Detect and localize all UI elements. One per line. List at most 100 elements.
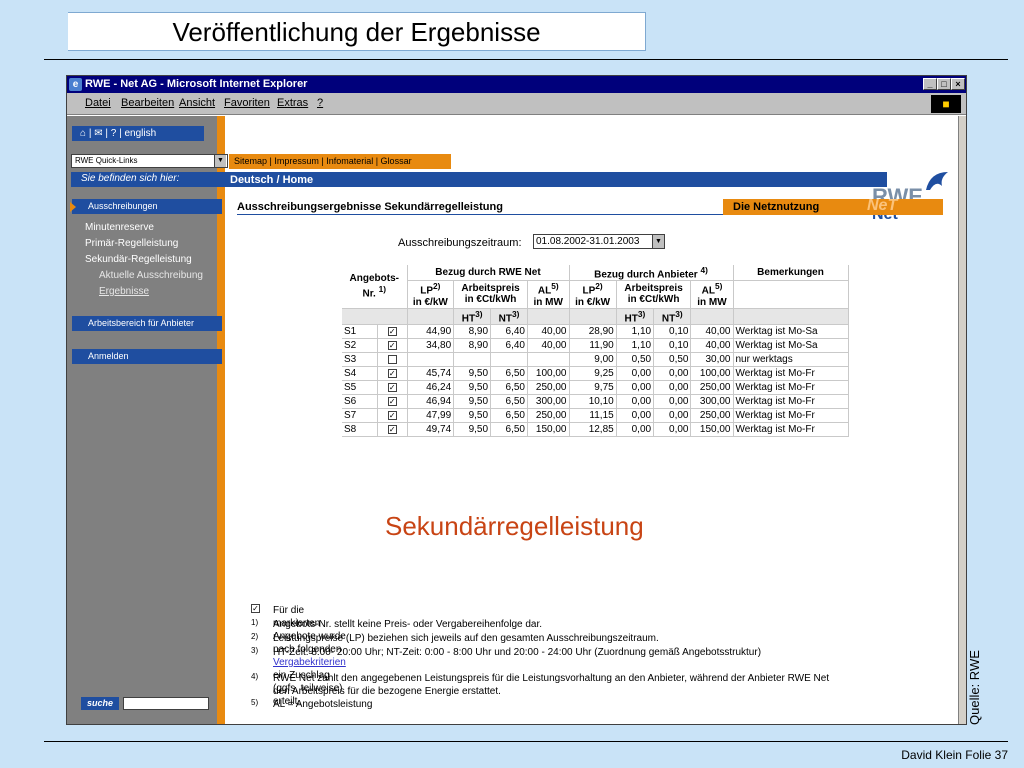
window-title: RWE - Net AG - Microsoft Internet Explor… <box>85 78 308 90</box>
quicklinks-select[interactable]: RWE Quick-Links <box>71 154 228 168</box>
header-lp1: LP2) in €/kW <box>407 280 455 309</box>
footnote-mark: 4) <box>251 672 259 681</box>
cell-nr: S1 <box>342 324 378 339</box>
chevron-down-icon[interactable]: ▼ <box>652 235 664 248</box>
top-links-menu[interactable]: Sitemap | Impressum | Infomaterial | Glo… <box>229 154 451 169</box>
menu-extras[interactable]: Extras <box>277 97 308 109</box>
cell-ht1 <box>453 352 492 367</box>
window-titlebar[interactable]: RWE - Net AG - Microsoft Internet Explor… <box>67 76 966 93</box>
checkbox-checked-icon[interactable]: ✓ <box>387 396 397 406</box>
checkbox-checked-icon[interactable]: ✓ <box>387 340 397 350</box>
sidebar-header-anmelden[interactable]: Anmelden <box>72 349 222 364</box>
menu-favoriten[interactable]: Favoriten <box>224 97 270 109</box>
checkbox-checked-icon[interactable]: ✓ <box>387 326 397 336</box>
cell-nt2: 0,00 <box>653 394 692 409</box>
menu-datei[interactable]: Datei <box>85 97 111 109</box>
cell-nt1: 6,50 <box>490 366 528 381</box>
footnote-mark: 3) <box>251 646 259 655</box>
cell-al1: 150,00 <box>527 422 570 437</box>
chevron-down-icon[interactable]: ▼ <box>214 155 226 167</box>
footnote-text: Angebots-Nr. stellt keine Preis- oder Ve… <box>273 619 543 630</box>
checkbox-checked-icon: ✓ <box>251 604 260 613</box>
menu-ansicht[interactable]: Ansicht <box>179 97 215 109</box>
footnote-mark: 5) <box>251 698 259 707</box>
sidebar-subitem-aktuelle[interactable]: Aktuelle Ausschreibung <box>99 270 203 281</box>
cell-ht1: 9,50 <box>453 408 492 423</box>
sidebar-item-minutenreserve[interactable]: Minutenreserve <box>85 222 154 233</box>
cell-nr: S2 <box>342 338 378 353</box>
footnote-mark: 2) <box>251 632 259 641</box>
checkbox-checked-icon[interactable]: ✓ <box>387 410 397 420</box>
header-rwe-net: Bezug durch RWE Net <box>407 265 570 282</box>
cell-nt2: 0,00 <box>653 380 692 395</box>
netznutzung-link[interactable]: Die Netznutzung <box>723 199 943 215</box>
cell-nt2: 0,50 <box>653 352 692 367</box>
sidebar-subitem-ergebnisse[interactable]: Ergebnisse <box>99 286 149 297</box>
footnote-text: RWE Net zahlt den angegebenen Leistungsp… <box>273 673 830 697</box>
table-row: S2 ✓ 34,80 8,90 6,40 40,00 11,90 1,10 0,10 40,00 W… <box>342 338 849 353</box>
icon-bar[interactable]: ⌂ | ✉ | ? | english <box>72 126 204 141</box>
cell-nt2: 0,10 <box>653 324 692 339</box>
footnote-text: HT-Zeit: 8:00- 20:00 Uhr; NT-Zeit: 0:00 … <box>273 647 762 658</box>
windows-logo-icon: ■ <box>931 95 961 113</box>
cell-ht2: 0,00 <box>616 366 655 381</box>
sidebar-item-primaer[interactable]: Primär-Regelleistung <box>85 238 178 249</box>
cell-ht1: 9,50 <box>453 366 492 381</box>
sidebar-header-ausschreibungen[interactable]: Ausschreibungen <box>72 199 222 214</box>
minimize-button[interactable]: _ <box>923 78 937 90</box>
active-arrow-icon <box>70 202 76 212</box>
close-button[interactable]: × <box>951 78 965 90</box>
sidebar-item-sekundaer[interactable]: Sekundär-Regelleistung <box>85 254 192 265</box>
header-ht1: HT3) <box>453 308 492 325</box>
cell-lp2: 9,00 <box>569 352 617 367</box>
sidebar-header-arbeitsbereich[interactable]: Arbeitsbereich für Anbieter <box>72 316 222 331</box>
cell-bem: Werktag ist Mo-Sa <box>733 324 849 339</box>
results-table: Angebots- Nr. 1) Bezug durch RWE Net Bezu… <box>342 265 849 437</box>
cell-lp1: 46,94 <box>407 394 455 409</box>
cell-lp2: 11,90 <box>569 338 617 353</box>
cell-ht1: 9,50 <box>453 422 492 437</box>
breadcrumb[interactable]: Deutsch / Home <box>230 174 313 186</box>
menu-help[interactable]: ? <box>317 97 323 109</box>
top-rule <box>44 59 1008 60</box>
cell-lp2: 28,90 <box>569 324 617 339</box>
table-body: S1 ✓ 44,90 8,90 6,40 40,00 28,90 1,10 0,10 40,00 W… <box>342 324 849 437</box>
cell-al1: 300,00 <box>527 394 570 409</box>
slide-title: Veröffentlichung der Ergebnisse <box>68 12 646 51</box>
cell-al2: 100,00 <box>690 366 734 381</box>
table-row: S3 9,00 0,50 0,50 30,00 nur werktags <box>342 352 849 367</box>
cell-al2: 300,00 <box>690 394 734 409</box>
section-title: Ausschreibungsergebnisse Sekundärregelle… <box>237 201 723 215</box>
table-row: S1 ✓ 44,90 8,90 6,40 40,00 28,90 1,10 0,10 40,00 W… <box>342 324 849 339</box>
search-button[interactable]: suche <box>81 697 119 710</box>
header-angebots: Angebots- Nr. 1) <box>342 265 408 309</box>
header-bemerkungen: Bemerkungen <box>733 265 849 282</box>
checkbox-checked-icon[interactable]: ✓ <box>387 368 397 378</box>
cell-bem: nur werktags <box>733 352 849 367</box>
cell-nt2: 0,10 <box>653 338 692 353</box>
menu-bearbeiten[interactable]: Bearbeiten <box>121 97 174 109</box>
cell-ht2: 0,00 <box>616 422 655 437</box>
header-empty <box>733 280 849 309</box>
scrollbar[interactable] <box>958 116 966 724</box>
sekundaer-label: Sekundärregelleistung <box>385 511 644 541</box>
cell-bem: Werktag ist Mo-Fr <box>733 380 849 395</box>
maximize-button[interactable]: □ <box>937 78 951 90</box>
checkbox-empty-icon[interactable] <box>387 354 397 364</box>
cell-ht2: 1,10 <box>616 324 655 339</box>
slide-footer: David Klein Folie 37 <box>901 748 1008 762</box>
cell-al2: 30,00 <box>690 352 734 367</box>
cell-nt1 <box>490 352 528 367</box>
cell-lp1: 49,74 <box>407 422 455 437</box>
table-header-row-2: LP2) in €/kW Arbeitspreis in €Ct/kWh AL5) i… <box>342 280 849 309</box>
source-label: Quelle: RWE <box>967 650 982 725</box>
search-input[interactable] <box>123 697 209 710</box>
zeitraum-select[interactable]: 01.08.2002-31.01.2003 <box>533 234 665 249</box>
checkbox-checked-icon[interactable]: ✓ <box>387 382 397 392</box>
cell-ht1: 8,90 <box>453 324 492 339</box>
header-lp2: LP2) in €/kW <box>569 280 617 309</box>
checkbox-checked-icon[interactable]: ✓ <box>387 424 397 434</box>
cell-al1: 40,00 <box>527 324 570 339</box>
ie-icon: e <box>69 78 82 91</box>
cell-bem: Werktag ist Mo-Fr <box>733 422 849 437</box>
